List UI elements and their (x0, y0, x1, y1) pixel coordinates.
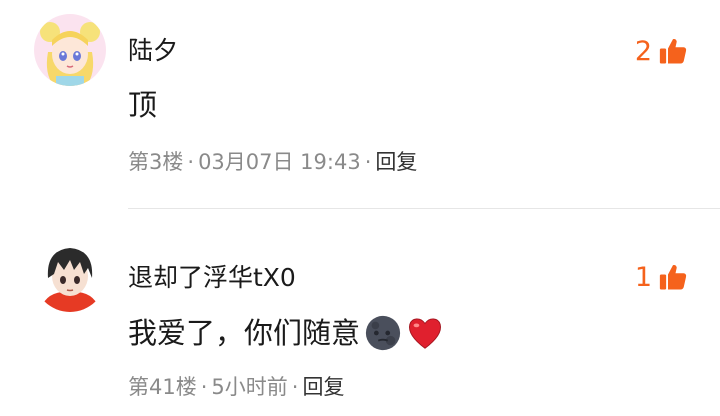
red-heart-emoji-icon (408, 318, 442, 349)
like-button[interactable]: 1 (635, 262, 688, 292)
comment-text: 我爱了，你们随意 (128, 314, 444, 352)
separator-dot: · (187, 150, 195, 174)
reply-button[interactable]: 回复 (375, 150, 417, 174)
comment-meta: 第3楼 · 03月07日 19:43 · 回复 (128, 152, 417, 173)
avatar[interactable] (34, 240, 106, 312)
separator-dot: · (200, 375, 208, 399)
like-count: 2 (634, 35, 652, 67)
anime-boy-avatar-icon (34, 240, 106, 312)
comment-text-content: 顶 (128, 88, 158, 122)
avatar[interactable] (34, 14, 106, 86)
like-button[interactable]: 2 (635, 36, 688, 66)
divider (128, 208, 720, 209)
separator-dot: · (291, 375, 299, 399)
comment-text-content: 我爱了，你们随意 (128, 315, 361, 350)
thumbs-up-icon (659, 265, 687, 290)
floor-number: 第41楼 (128, 375, 197, 399)
username[interactable]: 退却了浮华tX0 (128, 265, 296, 290)
comment-meta: 第41楼 · 5小时前 · 回复 (128, 377, 344, 398)
like-count: 1 (634, 261, 652, 293)
floor-number: 第3楼 (128, 150, 184, 174)
timestamp: 5小时前 (211, 375, 288, 399)
moon-face-emoji-icon (365, 315, 401, 351)
timestamp: 03月07日 19:43 (198, 150, 361, 174)
username[interactable]: 陆夕 (128, 38, 178, 63)
thumbs-up-icon (659, 39, 687, 64)
comment-text: 顶 (128, 91, 157, 120)
separator-dot: · (364, 150, 372, 174)
anime-girl-avatar-icon (34, 14, 106, 86)
reply-button[interactable]: 回复 (302, 375, 344, 399)
